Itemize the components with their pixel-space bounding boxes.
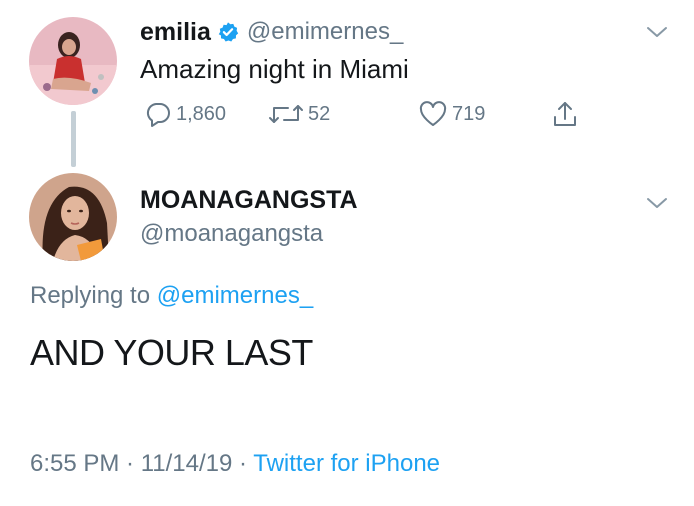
- retweet-icon: [269, 105, 303, 123]
- verified-badge-icon: [217, 21, 239, 43]
- tweet-author-row: emilia @emimernes_: [140, 15, 403, 49]
- retweet-count: 52: [308, 102, 331, 125]
- reply-author-name[interactable]: MOANAGANGSTA: [140, 186, 358, 215]
- thread-connector-line: [71, 111, 76, 167]
- reply-button[interactable]: 1,860: [144, 98, 226, 130]
- tweet-author-handle[interactable]: @emimernes_: [247, 18, 403, 46]
- replying-to-mention[interactable]: @emimernes_: [157, 282, 313, 309]
- share-button[interactable]: [550, 98, 580, 130]
- reply-count: 1,860: [176, 102, 227, 125]
- reply-time[interactable]: 6:55 PM: [30, 450, 119, 477]
- avatar-emilia-image: [29, 17, 117, 105]
- meta-separator: ·: [232, 450, 254, 477]
- reply-date[interactable]: 11/14/19: [141, 450, 233, 477]
- like-count: 719: [452, 102, 486, 125]
- retweet-button[interactable]: 52: [268, 98, 330, 130]
- avatar-moanagangsta[interactable]: [29, 173, 117, 261]
- reply-source-link[interactable]: Twitter for iPhone: [253, 450, 440, 477]
- like-button[interactable]: 719: [418, 98, 485, 130]
- avatar-moanagangsta-image: [29, 173, 117, 261]
- reply-author-handle[interactable]: @moanagangsta: [140, 220, 323, 248]
- replying-to-label: Replying to: [30, 282, 157, 309]
- share-icon: [554, 102, 576, 126]
- tweet-thread: emilia @emimernes_ Amazing night in Miam…: [0, 0, 694, 506]
- reply-icon: [146, 103, 170, 127]
- tweet-author-name[interactable]: emilia: [140, 18, 211, 47]
- replying-to-line: Replying to @emimernes_: [30, 282, 313, 310]
- chevron-down-icon[interactable]: [645, 195, 669, 211]
- like-icon: [419, 101, 447, 126]
- reply-metadata: 6:55 PM · 11/14/19 · Twitter for iPhone: [30, 450, 440, 478]
- reply-text: AND YOUR LAST: [30, 332, 313, 373]
- avatar-emilia[interactable]: [29, 17, 117, 105]
- meta-separator: ·: [119, 450, 141, 477]
- tweet-text: Amazing night in Miami: [140, 54, 409, 84]
- chevron-down-icon[interactable]: [645, 24, 669, 40]
